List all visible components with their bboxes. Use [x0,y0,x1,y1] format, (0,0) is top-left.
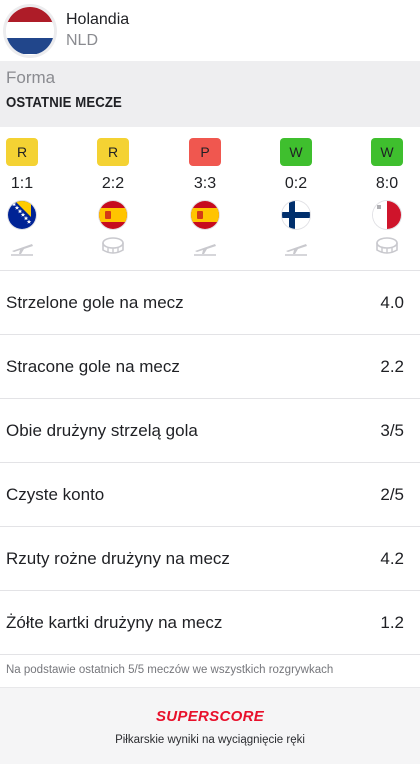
away-plane-icon [285,244,307,256]
match-score: 0:2 [284,175,308,192]
team-name-block: Holandia NLD [66,10,129,51]
team-name: Holandia [66,11,130,28]
superscore-logo[interactable]: SUPERSCORE [156,708,264,725]
result-badge-draw: R [6,138,38,166]
stat-row-yellow-cards: Żółte kartki drużyny na mecz 1.2 [0,591,420,655]
stat-row-clean-sheet: Czyste konto 2/5 [0,463,420,527]
team-code: NLD [66,32,99,49]
match-score: 2:2 [101,175,125,192]
stat-label: Obie drużyny strzelą gola [6,420,198,440]
stat-value: 3/5 [380,420,404,440]
match-item[interactable]: R 2:2 [83,127,143,271]
netherlands-flag-icon [6,6,54,55]
spain-flag-icon [99,201,127,229]
match-item[interactable]: R 1:1 [0,127,52,271]
match-item[interactable]: W 0:2 [266,127,326,271]
team-header: Holandia NLD [0,0,420,61]
match-score: 8:0 [375,175,399,192]
match-score: 1:1 [10,175,34,192]
result-badge-win: W [280,138,312,166]
promo-banner[interactable]: SUPERSCORE Piłkarskie wyniki na wyciągni… [0,687,420,764]
stat-row-goals-conceded: Stracone gole na mecz 2.2 [0,335,420,399]
match-item[interactable]: W 8:0 [357,127,417,271]
stats-list: Strzelone gole na mecz 4.0 Stracone gole… [0,271,420,655]
recent-matches-strip: R 1:1 R 2:2 P 3:3 W 0:2 W 8:0 [0,127,420,271]
stats-footnote: Na podstawie ostatnich 5/5 meczów we wsz… [0,655,420,687]
stat-value: 2.2 [380,356,404,376]
malta-flag-icon [373,201,401,229]
stat-row-both-teams-score: Obie drużyny strzelą gola 3/5 [0,399,420,463]
home-stadium-icon [102,237,124,254]
away-plane-icon [194,244,216,256]
stat-value: 1.2 [380,612,404,632]
promo-tagline: Piłkarskie wyniki na wyciągnięcie ręki [115,734,305,746]
result-badge-loss: P [189,138,221,166]
match-score: 3:3 [193,175,217,192]
home-stadium-icon [376,237,398,254]
stat-label: Czyste konto [6,484,105,504]
bosnia-flag-icon [8,201,36,229]
spain-flag-icon [191,201,219,229]
result-badge-win: W [371,138,403,166]
stat-value: 2/5 [380,484,404,504]
stat-row-corners: Rzuty rożne drużyny na mecz 4.2 [0,527,420,591]
away-plane-icon [11,244,33,256]
stat-label: Strzelone gole na mecz [6,292,184,312]
stat-label: Żółte kartki drużyny na mecz [6,612,223,632]
stat-label: Rzuty rożne drużyny na mecz [6,548,230,568]
finland-flag-icon [282,201,310,229]
recent-matches-title: OSTATNIE MECZE [6,94,122,111]
match-item[interactable]: P 3:3 [175,127,235,271]
stat-label: Stracone gole na mecz [6,356,180,376]
stat-value: 4.0 [380,292,404,312]
result-badge-draw: R [97,138,129,166]
form-section-header: Forma OSTATNIE MECZE [0,61,420,127]
stat-value: 4.2 [380,548,404,568]
form-section-label: Forma [6,68,56,87]
stat-row-goals-scored: Strzelone gole na mecz 4.0 [0,271,420,335]
